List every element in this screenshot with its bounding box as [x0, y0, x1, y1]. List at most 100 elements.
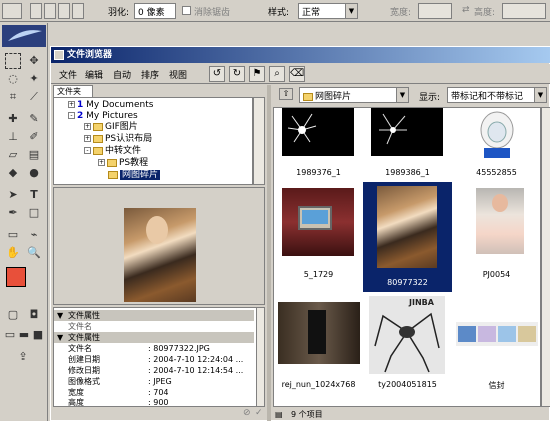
blur-tool-icon[interactable]: ◆: [5, 165, 21, 181]
menu-edit[interactable]: 编辑: [85, 68, 103, 81]
expand-icon[interactable]: +: [84, 123, 91, 130]
thumbnail-item[interactable]: 5_1729: [274, 182, 363, 282]
thumbnail-image: JINBA: [369, 296, 445, 374]
foreground-color-swatch[interactable]: [6, 267, 26, 287]
gradient-tool-icon[interactable]: ▤: [26, 147, 42, 163]
right-toolbar: ⇧ 网图碎片 ▼ 显示: 带标记和不带标记 ▼: [273, 85, 550, 105]
pane-splitter[interactable]: [267, 85, 271, 421]
delete-icon[interactable]: ⌫: [289, 66, 305, 82]
thumbnail-caption: 1989376_1: [296, 168, 341, 177]
display-select[interactable]: 带标记和不带标记 ▼: [447, 87, 547, 103]
thumbnail-item-selected[interactable]: 80977322: [363, 182, 452, 292]
flag-icon[interactable]: ⚑: [249, 66, 265, 82]
folder-icon: [107, 158, 117, 167]
imageready-icon[interactable]: ⇪: [10, 349, 36, 365]
quick-mask-icon[interactable]: ◘: [26, 307, 42, 323]
thumbnail-item[interactable]: JINBA ty2004051815: [363, 296, 452, 396]
thumbnail-item[interactable]: rej_nun_1024x768: [274, 296, 363, 396]
type-tool-icon[interactable]: T: [26, 187, 42, 203]
window-title: 文件浏览器: [51, 47, 550, 63]
dodge-tool-icon[interactable]: ●: [26, 165, 42, 181]
tree-item-web-fragments[interactable]: 网图碎片: [108, 170, 161, 181]
subtract-selection-icon[interactable]: [58, 3, 70, 19]
eyedropper-icon[interactable]: ⌁: [26, 227, 42, 243]
marquee-tool-icon[interactable]: [5, 53, 21, 69]
width-label: 宽度:: [390, 8, 412, 18]
history-brush-icon[interactable]: ✐: [26, 129, 42, 145]
preview-image: [124, 208, 196, 302]
metadata-row: 高度: 900: [68, 398, 169, 407]
collapse-icon[interactable]: -: [68, 112, 75, 119]
window-icon: [54, 50, 64, 60]
tree-item-gif[interactable]: + GIF图片: [84, 122, 138, 133]
thumbnail-item[interactable]: PJ0054: [452, 182, 540, 282]
shape-tool-icon[interactable]: □: [26, 205, 42, 221]
move-tool-icon[interactable]: ✥: [26, 53, 42, 69]
standard-mode-icon[interactable]: ▢: [5, 307, 21, 323]
tree-item-ps-layout[interactable]: + PS认识布局: [84, 134, 152, 145]
lasso-tool-icon[interactable]: ◌: [5, 71, 21, 87]
pen-tool-icon[interactable]: ✒: [5, 205, 21, 221]
thumbnail-caption: 1989386_1: [385, 168, 430, 177]
eraser-tool-icon[interactable]: ▱: [5, 147, 21, 163]
zoom-tool-icon[interactable]: 🔍: [26, 245, 42, 261]
up-folder-icon[interactable]: ⇧: [279, 88, 293, 100]
expand-icon[interactable]: +: [84, 135, 91, 142]
tree-item-my-pictures[interactable]: -2 My Pictures: [68, 111, 138, 122]
chevron-down-icon: ▼: [345, 4, 357, 18]
screen-mode-3-icon[interactable]: ■: [30, 327, 46, 343]
path-select-icon[interactable]: ➤: [5, 187, 21, 203]
metadata-section-header[interactable]: ▼ 文件属性: [54, 332, 254, 343]
folder-tab[interactable]: 文件夹: [53, 85, 93, 97]
thumbnail-scrollbar[interactable]: [541, 107, 550, 407]
expand-icon[interactable]: +: [68, 101, 75, 108]
thumbnail-image: [476, 188, 524, 254]
height-label: 高度:: [474, 8, 496, 18]
slice-tool-icon[interactable]: ⟋: [26, 89, 42, 105]
tree-item-ps-tutorial[interactable]: + PS教程: [98, 158, 148, 169]
new-selection-icon[interactable]: [30, 3, 42, 19]
metadata-scrollbar[interactable]: [256, 308, 264, 406]
add-selection-icon[interactable]: [44, 3, 56, 19]
thumbnail-caption: 80977322: [387, 278, 428, 287]
marquee-preset-button[interactable]: [2, 3, 22, 19]
tree-item-my-documents[interactable]: +1 My Documents: [68, 100, 153, 111]
file-browser-window: 文件浏览器 文件 编辑 自动 排序 视图 ↺ ↻ ⚑ ⌕ ⌫ 文件夹 +1 My…: [50, 46, 550, 421]
stamp-tool-icon[interactable]: ⊥: [5, 129, 21, 145]
menu-sort[interactable]: 排序: [141, 68, 159, 81]
tree-scrollbar[interactable]: [253, 97, 265, 185]
crop-tool-icon[interactable]: ⌗: [5, 89, 21, 105]
find-icon[interactable]: ⌕: [269, 66, 285, 82]
menu-bar: 文件 编辑 自动 排序 视图 ↺ ↻ ⚑ ⌕ ⌫: [51, 64, 550, 84]
thumbnail-caption: 信封: [488, 381, 505, 390]
metadata-section-header[interactable]: ▼ 文件属性: [54, 310, 254, 321]
toolbox: ✥ ◌ ✦ ⌗ ⟋ ✚ ✎ ⊥ ✐ ▱ ▤ ◆ ● ➤ T ✒ □ ▭ ⌁ ✋ …: [0, 23, 48, 421]
swap-icon[interactable]: ⇄: [462, 5, 470, 15]
style-select[interactable]: 正常 ▼: [298, 3, 358, 19]
notes-tool-icon[interactable]: ▭: [5, 227, 21, 243]
rotate-ccw-icon[interactable]: ↺: [209, 66, 225, 82]
no-entry-icon: ⊘: [243, 408, 251, 418]
rotate-cw-icon[interactable]: ↻: [229, 66, 245, 82]
brush-tool-icon[interactable]: ✎: [26, 111, 42, 127]
healing-brush-icon[interactable]: ✚: [5, 111, 21, 127]
height-input[interactable]: [502, 3, 546, 19]
feather-input[interactable]: 0 像素: [134, 3, 176, 19]
collapse-icon[interactable]: -: [84, 147, 91, 154]
tree-item-transfer[interactable]: - 中转文件: [84, 146, 141, 157]
magic-wand-icon[interactable]: ✦: [26, 71, 42, 87]
left-status-bar: ⊘ ✓: [53, 408, 265, 420]
width-input[interactable]: [418, 3, 452, 19]
antialias-checkbox[interactable]: [182, 6, 191, 15]
menu-view[interactable]: 视图: [169, 68, 187, 81]
menu-file[interactable]: 文件: [59, 68, 77, 81]
feather-label: 羽化:: [108, 8, 130, 18]
metadata-row: 文件名: 80977322.JPG: [68, 344, 210, 353]
folder-icon: [108, 170, 118, 179]
hand-tool-icon[interactable]: ✋: [5, 245, 21, 261]
folder-select[interactable]: 网图碎片 ▼: [299, 87, 409, 103]
thumbnail-item[interactable]: 信封: [452, 296, 540, 396]
intersect-selection-icon[interactable]: [72, 3, 84, 19]
menu-automate[interactable]: 自动: [113, 68, 131, 81]
expand-icon[interactable]: +: [98, 159, 105, 166]
